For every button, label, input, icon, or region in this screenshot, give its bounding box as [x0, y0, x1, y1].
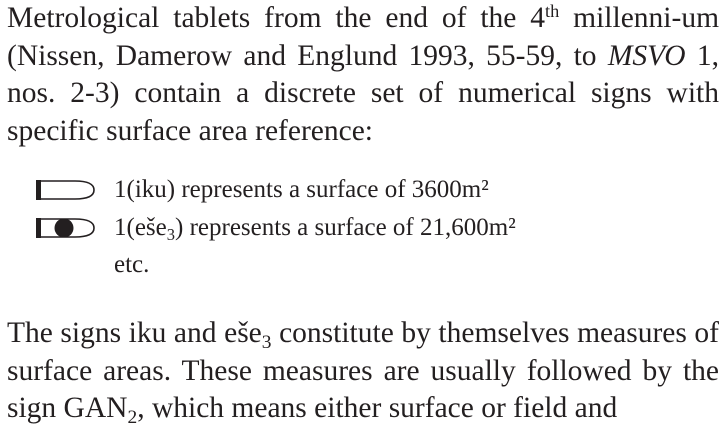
ese3-text-suffix: ) represents a surface of 21,600m² — [175, 214, 516, 241]
citation-italic: MSVO — [607, 39, 686, 72]
paragraph-intro: Metrological tablets from the end of the… — [7, 0, 719, 150]
list-item-ese3: 1(eše3) represents a surface of 21,600m² — [7, 209, 719, 246]
paragraph-signs-text-3: , which means either surface or field an… — [137, 392, 618, 424]
iku-sign-icon — [36, 180, 95, 200]
superscript-th: th — [545, 0, 560, 21]
list-item-iku: 1(iku) represents a surface of 3600m² — [7, 171, 719, 208]
ese3-description: 1(eše3) represents a surface of 21,600m² — [114, 209, 516, 246]
sign-list: 1(iku) represents a surface of 3600m² 1(… — [7, 171, 719, 294]
page: Metrological tablets from the end of the… — [7, 0, 719, 428]
subscript-gan2: 2 — [127, 407, 138, 429]
list-item-etc: etc. — [7, 246, 719, 283]
ese3-sign-icon — [36, 218, 95, 238]
iku-description: 1(iku) represents a surface of 3600m² — [114, 176, 489, 203]
ese3-subscript: 3 — [166, 225, 175, 245]
paragraph-signs-text-1: The signs iku and eše — [7, 317, 262, 349]
etc-text: etc. — [114, 251, 150, 278]
subscript-ese3: 3 — [261, 332, 272, 354]
paragraph-intro-text-1: Metrological tablets from the end of the… — [7, 2, 546, 34]
paragraph-signs: The signs iku and eše3 constitute by the… — [7, 315, 719, 428]
ese3-text-prefix: 1(eše — [114, 214, 167, 241]
